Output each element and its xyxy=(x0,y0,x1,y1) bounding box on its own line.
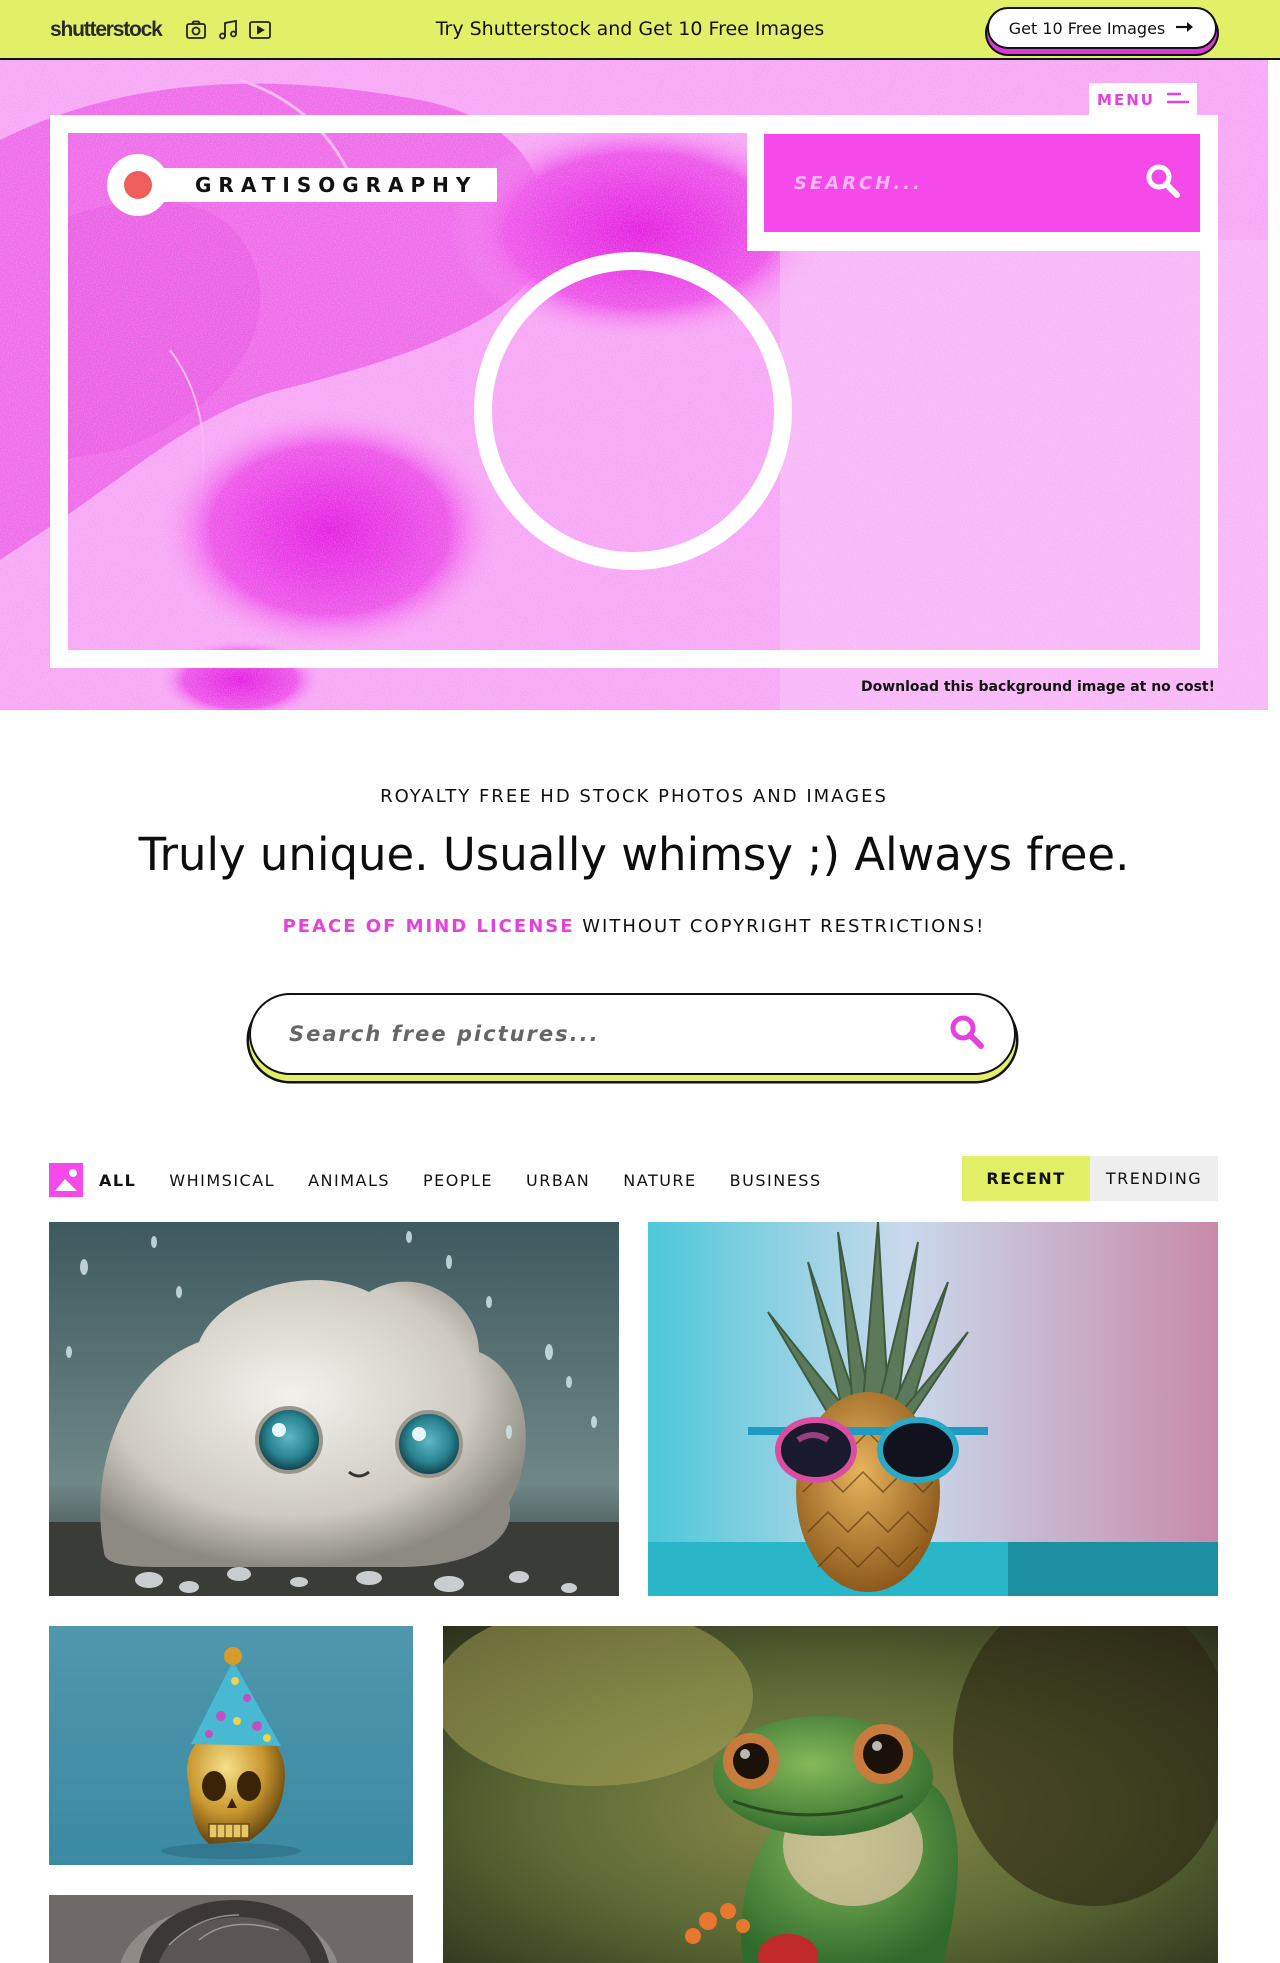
menu-button[interactable]: MENU xyxy=(1089,83,1197,117)
gratisography-logo[interactable]: GRATISOGRAPHY xyxy=(107,154,498,216)
video-play-icon[interactable] xyxy=(248,18,272,42)
filter-animals[interactable]: ANIMALS xyxy=(308,1171,390,1190)
golden-skull-party-hat-photo[interactable] xyxy=(49,1626,413,1865)
filter-nature[interactable]: NATURE xyxy=(623,1171,696,1190)
music-note-icon[interactable] xyxy=(216,18,240,42)
sort-tabs: RECENT TRENDING xyxy=(962,1156,1218,1201)
filter-people[interactable]: PEOPLE xyxy=(423,1171,493,1190)
hero-section: MENU SEARCH... GRATISOGRAPHY Download th… xyxy=(0,60,1268,710)
license-line: PEACE OF MIND LICENSE WITHOUT COPYRIGHT … xyxy=(0,916,1268,937)
arrow-right-icon xyxy=(1175,19,1195,38)
promo-bar: shutterstock Try Shutterstock and Get 10… xyxy=(0,0,1280,60)
brand-name: GRATISOGRAPHY xyxy=(155,168,498,202)
hamburger-icon xyxy=(1166,91,1190,109)
tab-trending[interactable]: TRENDING xyxy=(1090,1156,1218,1201)
hero-search-placeholder: SEARCH... xyxy=(794,172,923,194)
hero-ring-decoration xyxy=(474,252,792,570)
main-search-placeholder: Search free pictures... xyxy=(289,1022,600,1046)
frog-photo[interactable] xyxy=(443,1626,1218,1963)
pineapple-with-sunglasses-photo[interactable] xyxy=(648,1222,1218,1596)
peace-of-mind-license-link[interactable]: PEACE OF MIND LICENSE xyxy=(283,916,575,937)
category-filter-bar: ALL WHIMSICAL ANIMALS PEOPLE URBAN NATUR… xyxy=(49,1163,855,1197)
shutterstock-media-icons xyxy=(184,18,272,42)
camera-icon[interactable] xyxy=(184,18,208,42)
search-icon[interactable] xyxy=(948,1013,986,1055)
logo-dot-icon xyxy=(124,171,152,199)
shutterstock-logo[interactable]: shutterstock xyxy=(50,18,163,42)
person-portrait-photo[interactable] xyxy=(49,1895,413,1963)
section-eyebrow: ROYALTY FREE HD STOCK PHOTOS AND IMAGES xyxy=(380,786,888,807)
menu-label: MENU xyxy=(1097,91,1155,109)
license-description: WITHOUT COPYRIGHT RESTRICTIONS! xyxy=(574,916,986,937)
fluffy-cloud-creature-photo[interactable] xyxy=(49,1222,619,1596)
background-download-link[interactable]: Download this background image at no cos… xyxy=(861,679,1215,695)
filter-whimsical[interactable]: WHIMSICAL xyxy=(169,1171,275,1190)
filter-urban[interactable]: URBAN xyxy=(526,1171,590,1190)
promo-message: Try Shutterstock and Get 10 Free Images xyxy=(435,18,825,40)
page-headline: Truly unique. Usually whimsy ;) Always f… xyxy=(138,828,1130,881)
get-free-images-label: Get 10 Free Images xyxy=(1008,18,1166,38)
search-icon[interactable] xyxy=(1144,162,1182,204)
filter-business[interactable]: BUSINESS xyxy=(730,1171,822,1190)
tab-recent[interactable]: RECENT xyxy=(962,1156,1090,1201)
image-category-icon xyxy=(49,1163,83,1197)
hero-search-input[interactable]: SEARCH... xyxy=(764,134,1200,232)
filter-all[interactable]: ALL xyxy=(99,1171,136,1190)
logo-badge xyxy=(107,154,169,216)
main-search-input[interactable]: Search free pictures... xyxy=(249,993,1016,1075)
get-free-images-button[interactable]: Get 10 Free Images xyxy=(987,7,1217,49)
